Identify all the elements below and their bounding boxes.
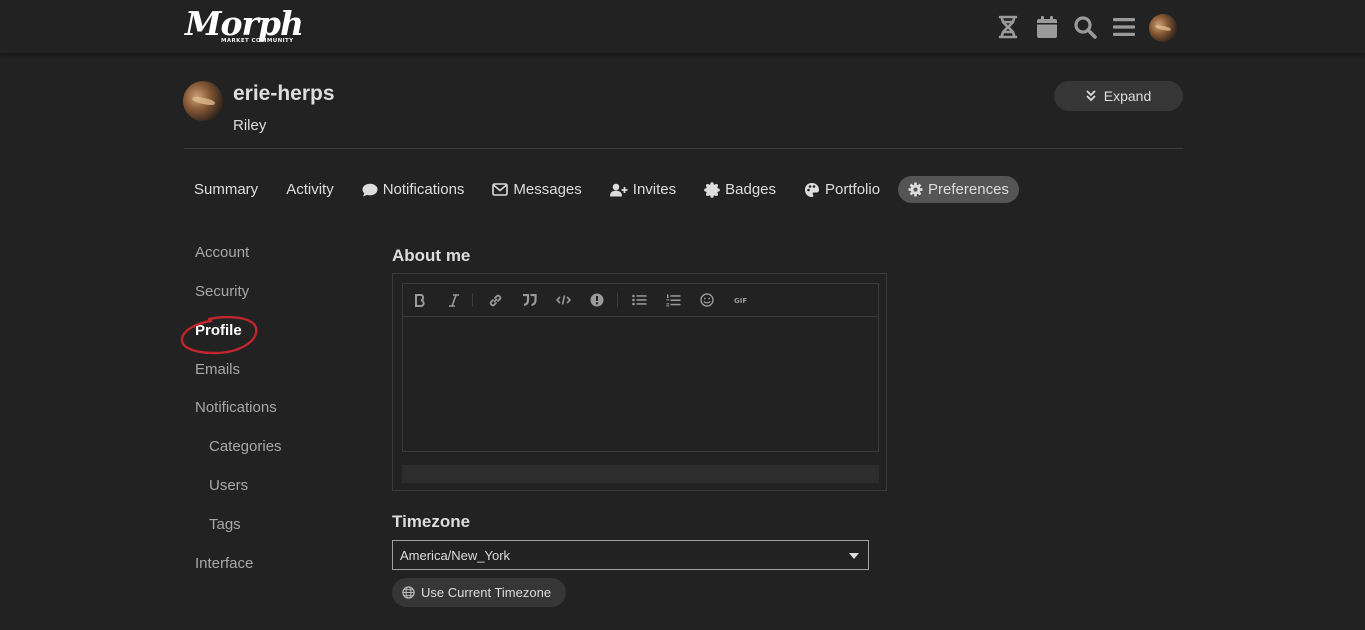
calendar-icon[interactable] bbox=[1034, 14, 1060, 40]
gif-icon[interactable]: GIF bbox=[731, 291, 751, 309]
dna-icon[interactable] bbox=[995, 14, 1021, 40]
sidebar-item-account[interactable]: Account bbox=[195, 244, 249, 261]
double-chevron-down-icon bbox=[1086, 90, 1096, 102]
timezone-label: Timezone bbox=[392, 512, 471, 531]
tab-label: Notifications bbox=[382, 181, 465, 198]
tab-label: Messages bbox=[513, 181, 582, 198]
header-divider bbox=[184, 148, 1183, 149]
tab-notifications[interactable]: Notifications bbox=[352, 176, 475, 203]
tab-label: Portfolio bbox=[825, 181, 881, 198]
tab-label: Preferences bbox=[928, 181, 1009, 198]
globe-icon bbox=[402, 586, 415, 599]
emoji-icon[interactable] bbox=[697, 291, 717, 309]
badge-icon bbox=[704, 181, 720, 198]
hamburger-menu-icon[interactable] bbox=[1111, 14, 1137, 40]
username: erie-herps bbox=[233, 82, 335, 105]
editor-input-area: GIF bbox=[402, 283, 882, 456]
about-me-textarea[interactable] bbox=[403, 317, 882, 456]
logo-subtitle: MARKET COMMUNITY bbox=[221, 38, 294, 44]
search-icon[interactable] bbox=[1072, 14, 1098, 40]
tab-invites[interactable]: Invites bbox=[600, 176, 686, 203]
user-nav-tabs: Summary Activity Notifications Messages … bbox=[184, 176, 1027, 203]
editor-toolbar: GIF bbox=[403, 284, 878, 317]
sidebar-item-categories[interactable]: Categories bbox=[209, 438, 282, 455]
hide-details-icon[interactable] bbox=[587, 291, 607, 309]
timezone-select[interactable]: America/New_York bbox=[392, 540, 869, 570]
quote-icon[interactable] bbox=[519, 291, 539, 309]
caret-down-icon bbox=[849, 553, 859, 559]
timezone-selected-value: America/New_York bbox=[400, 547, 511, 563]
user-avatar bbox=[183, 81, 223, 121]
sidebar-item-security[interactable]: Security bbox=[195, 283, 249, 300]
link-icon[interactable] bbox=[485, 291, 505, 309]
site-header: Morph MARKET COMMUNITY bbox=[0, 0, 1365, 53]
sidebar-item-emails[interactable]: Emails bbox=[195, 361, 240, 378]
gear-icon bbox=[908, 182, 923, 197]
use-current-timezone-button[interactable]: Use Current Timezone bbox=[392, 578, 566, 607]
palette-icon bbox=[805, 182, 820, 197]
about-me-editor: GIF bbox=[392, 273, 887, 491]
current-user-avatar[interactable] bbox=[1149, 14, 1177, 42]
code-icon[interactable] bbox=[553, 291, 573, 309]
user-full-name: Riley bbox=[233, 117, 267, 134]
sidebar-item-interface[interactable]: Interface bbox=[195, 555, 253, 572]
envelope-icon bbox=[492, 183, 509, 196]
sidebar-item-tags[interactable]: Tags bbox=[209, 516, 241, 533]
tab-summary[interactable]: Summary bbox=[184, 176, 268, 203]
tab-label: Badges bbox=[725, 181, 777, 198]
tab-label: Summary bbox=[194, 181, 259, 198]
toolbar-separator bbox=[472, 293, 473, 307]
tab-portfolio[interactable]: Portfolio bbox=[794, 176, 890, 203]
sidebar-item-users[interactable]: Users bbox=[209, 477, 248, 494]
user-plus-icon bbox=[609, 183, 628, 196]
next-section-label-cropped bbox=[392, 620, 472, 630]
sidebar-item-notifications[interactable]: Notifications bbox=[195, 399, 277, 416]
annotation-circle bbox=[180, 315, 258, 355]
tab-preferences[interactable]: Preferences bbox=[898, 176, 1019, 203]
bullet-list-icon[interactable] bbox=[629, 291, 649, 309]
tab-messages[interactable]: Messages bbox=[482, 176, 591, 203]
tab-badges[interactable]: Badges bbox=[694, 176, 786, 203]
svg-text:GIF: GIF bbox=[734, 297, 747, 304]
about-me-label: About me bbox=[392, 246, 471, 265]
toolbar-separator bbox=[617, 293, 618, 307]
tab-activity[interactable]: Activity bbox=[276, 176, 344, 203]
use-current-timezone-label: Use Current Timezone bbox=[421, 585, 552, 600]
editor-preview-strip bbox=[402, 465, 879, 483]
tab-label: Activity bbox=[286, 181, 334, 198]
expand-label: Expand bbox=[1103, 88, 1152, 104]
expand-button[interactable]: Expand bbox=[1054, 81, 1183, 111]
comment-icon bbox=[362, 183, 378, 196]
site-logo[interactable]: Morph MARKET COMMUNITY bbox=[185, 4, 305, 46]
tab-label: Invites bbox=[632, 181, 677, 198]
italic-icon[interactable] bbox=[444, 291, 464, 309]
bold-icon[interactable] bbox=[410, 291, 430, 309]
numbered-list-icon[interactable] bbox=[663, 291, 683, 309]
